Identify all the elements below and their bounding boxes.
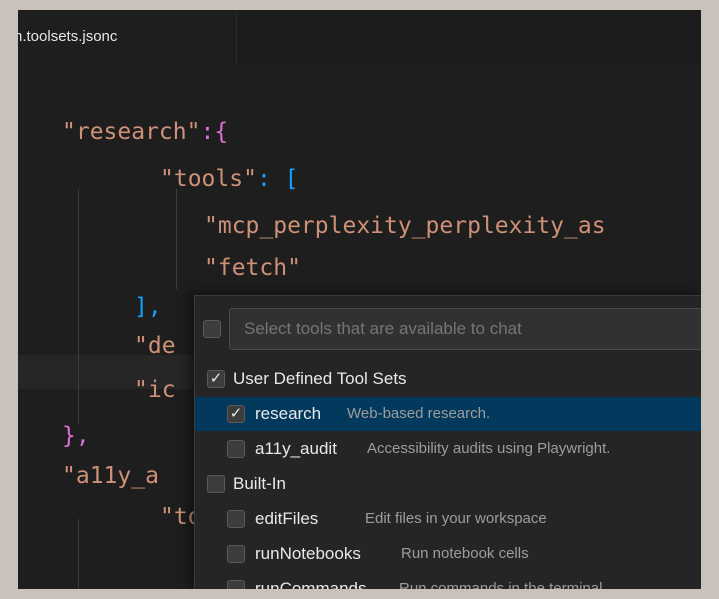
search-box[interactable]	[229, 308, 701, 350]
select-all-checkbox[interactable]	[203, 320, 221, 338]
check-icon: ✓	[209, 370, 223, 387]
json-key: "research"	[62, 119, 201, 145]
item-description: Edit files in your workspace	[365, 510, 547, 527]
json-string: "mcp_perplexity_perplexity_as	[204, 213, 606, 239]
item-description: Accessibility audits using Playwright.	[367, 440, 611, 457]
tab-toolsets-jsonc[interactable]: h.toolsets.jsonc	[18, 10, 237, 64]
code-line-6: "de	[134, 330, 176, 362]
tool-item-runnotebooks[interactable]: runNotebooks Run notebook cells	[195, 537, 701, 571]
item-checkbox[interactable]	[227, 545, 245, 563]
group-user-defined-tool-sets[interactable]: ✓ User Defined Tool Sets	[195, 362, 701, 396]
item-checkbox[interactable]: ✓	[227, 405, 245, 423]
check-icon: ✓	[229, 405, 243, 422]
json-bracket: ],	[134, 294, 162, 320]
item-name: runCommands	[255, 579, 367, 589]
code-line-2: "tools": [	[160, 163, 298, 195]
item-checkbox[interactable]	[227, 510, 245, 528]
json-bracket: : [	[256, 166, 299, 192]
tab-bar-empty-area	[237, 10, 701, 64]
code-line-9: "a11y_a	[62, 460, 159, 492]
item-name: runNotebooks	[255, 544, 361, 563]
editor-window: h.toolsets.jsonc "research":{ "tools": […	[18, 10, 701, 589]
group-label: Built-In	[233, 474, 286, 493]
json-key: "ic	[134, 377, 176, 403]
json-key: "de	[134, 333, 176, 359]
item-name: editFiles	[255, 509, 319, 528]
group-label: User Defined Tool Sets	[233, 369, 407, 388]
group-checkbox[interactable]	[207, 475, 225, 493]
item-checkbox[interactable]	[227, 440, 245, 458]
code-line-7: "ic	[134, 374, 176, 406]
tool-item-editfiles[interactable]: editFiles Edit files in your workspace	[195, 502, 701, 536]
indent-guide	[78, 519, 79, 589]
json-brace: },	[62, 423, 90, 449]
group-checkbox[interactable]: ✓	[207, 370, 225, 388]
json-key: "tools"	[160, 166, 257, 192]
tab-label: h.toolsets.jsonc	[18, 28, 118, 45]
item-checkbox[interactable]	[227, 580, 245, 589]
code-line-5: ],	[134, 291, 162, 323]
group-built-in[interactable]: Built-In	[195, 467, 701, 501]
code-line-3: "mcp_perplexity_perplexity_as	[204, 210, 606, 242]
indent-guide	[176, 189, 177, 289]
search-input[interactable]	[244, 309, 684, 349]
tool-picker-quickpick: ✓ User Defined Tool Sets ✓ research Web-…	[194, 295, 701, 589]
tool-item-research[interactable]: ✓ research Web-based research.	[195, 397, 701, 431]
item-description: Web-based research.	[347, 405, 491, 422]
tab-bar: h.toolsets.jsonc	[18, 10, 701, 64]
item-description: Run notebook cells	[401, 545, 529, 562]
code-line-8: },	[62, 420, 90, 452]
json-string: "fetch"	[204, 255, 301, 281]
item-description: Run commands in the terminal	[399, 580, 603, 589]
json-brace: :{	[200, 119, 229, 145]
item-name: a11y_audit	[255, 439, 337, 458]
tool-item-runcommands[interactable]: runCommands Run commands in the terminal	[195, 572, 701, 589]
code-line-1: "research":{	[62, 116, 228, 148]
indent-guide	[78, 189, 79, 424]
code-line-4: "fetch"	[204, 252, 301, 284]
item-name: research	[255, 404, 322, 423]
json-key: "a11y_a	[62, 463, 159, 489]
tool-item-a11y-audit[interactable]: a11y_audit Accessibility audits using Pl…	[195, 432, 701, 466]
